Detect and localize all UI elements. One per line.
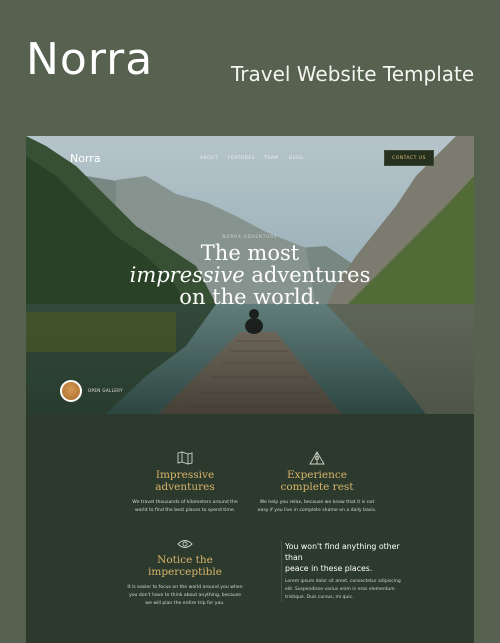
promo-desc-line-1: Lorem ipsum dolor sit amet, consectetur … — [285, 579, 401, 584]
feature-3-desc-line-1: It is easier to focus on the world aroun… — [127, 585, 243, 590]
feature-1-title-line-1: Impressive — [155, 469, 215, 481]
feature-3-desc-line-2: you don't have to think about anything, … — [129, 593, 241, 598]
website-preview: Norra ABOUT FEATURES TEAM BLOG CONTACT U… — [26, 136, 474, 643]
hero-title-line-2: impressive adventures — [26, 264, 474, 286]
feature-notice-the-imperceptible: Notice the imperceptible It is easier to… — [120, 538, 250, 608]
hero-title-italic: impressive — [129, 263, 245, 287]
hero-section: Norra ABOUT FEATURES TEAM BLOG CONTACT U… — [26, 136, 474, 414]
hero-eyebrow: NORRA ADVENTURE — [222, 234, 278, 239]
promo-title-line-2: peace in these places. — [285, 564, 373, 573]
gallery-thumbnail-image — [62, 382, 80, 400]
nav-link-about[interactable]: ABOUT — [200, 156, 218, 161]
hero-title-line-1: The most — [200, 241, 300, 265]
hero-title-line-3: on the world. — [179, 285, 321, 309]
tent-icon — [309, 451, 325, 465]
page-tagline: Travel Website Template — [231, 62, 475, 86]
promo-desc-line-2: elit. Suspendisse varius enim in eros el… — [285, 587, 395, 592]
feature-3-desc-line-3: we will plan the entire trip for you. — [145, 601, 225, 606]
feature-impressive-adventures: Impressive adventures We travel thousand… — [120, 451, 250, 515]
map-icon — [177, 451, 193, 465]
feature-1-desc-line-2: world to find the best places to spend t… — [134, 508, 236, 513]
gallery-thumbnail-button[interactable] — [60, 380, 82, 402]
promo-desc-line-3: tristique. Duis cursus, mi quis. — [285, 595, 354, 600]
feature-2-desc-line-2: easy if you live in complete shame on a … — [257, 508, 377, 513]
feature-experience-complete-rest: Experience complete rest We help you rel… — [252, 451, 382, 515]
nav-link-blog[interactable]: BLOG — [289, 156, 303, 161]
eye-icon — [177, 540, 193, 548]
promo-title-line-1: You won't find anything other than — [285, 542, 400, 562]
nav-link-features[interactable]: FEATURES — [228, 156, 255, 161]
hero-title-line-2-rest: adventures — [244, 263, 371, 287]
feature-2-desc-line-1: We help you relax, because we know that … — [259, 500, 375, 505]
gallery-label[interactable]: OPEN GALLERY — [88, 388, 123, 393]
nav-logo[interactable]: Norra — [70, 152, 101, 165]
feature-1-desc-line-1: We travel thousands of kilometers around… — [132, 500, 238, 505]
nav-link-team[interactable]: TEAM — [264, 156, 279, 161]
feature-3-title-line-2: imperceptible — [148, 566, 222, 578]
feature-3-title-line-1: Notice the — [157, 554, 213, 566]
hero-title: The most impressive adventures on the wo… — [26, 242, 474, 308]
brand-logo: Norra — [26, 34, 154, 85]
contact-us-button[interactable]: CONTACT US — [384, 150, 434, 166]
feature-1-title-line-2: adventures — [155, 481, 215, 493]
feature-2-title-line-2: complete rest — [280, 481, 354, 493]
promo-text-block: You won't find anything other than peace… — [281, 541, 415, 602]
feature-2-title-line-1: Experience — [287, 469, 347, 481]
